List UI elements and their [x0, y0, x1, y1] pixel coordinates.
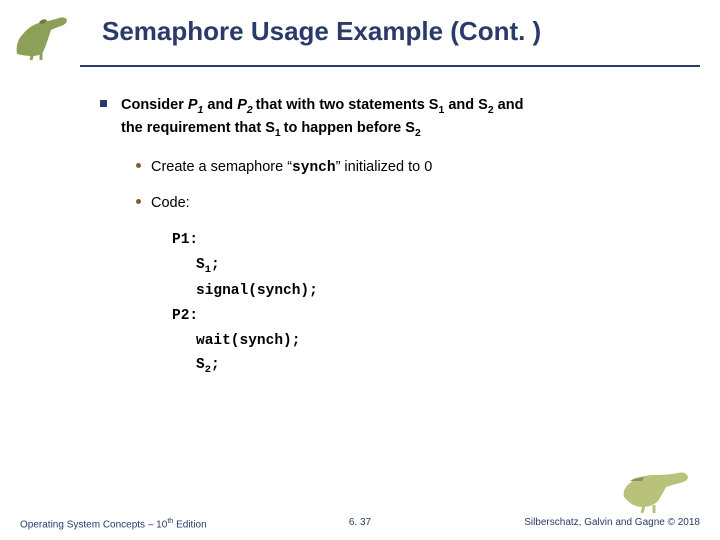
text: and S — [444, 97, 488, 113]
code-line: P1: — [172, 228, 670, 253]
main-bullet-text: Consider P1 and P2 that with two stateme… — [121, 95, 523, 141]
dinosaur-left-icon — [0, 8, 90, 63]
dot-bullet-icon — [136, 199, 141, 204]
slide: Semaphore Usage Example (Cont. ) Conside… — [0, 0, 720, 540]
text: S — [196, 357, 205, 373]
var-p2: P — [237, 97, 247, 113]
text: that with two statements S — [256, 97, 439, 113]
sub-bullet-1: Create a semaphore “synch” initialized t… — [136, 157, 670, 179]
code-line: S1; — [196, 253, 670, 280]
footer: Operating System Concepts – 10th Edition… — [0, 516, 720, 530]
text: the requirement that S — [121, 120, 275, 136]
header-row: Semaphore Usage Example (Cont. ) — [0, 0, 720, 63]
square-bullet-icon — [100, 100, 107, 107]
dinosaur-right-icon — [618, 467, 696, 518]
code-line: signal(synch); — [196, 279, 670, 304]
code-line: P2: — [172, 304, 670, 329]
code-block: P1: S1; signal(synch); P2: wait(synch); … — [172, 228, 670, 380]
sub-bullet-1-text: Create a semaphore “synch” initialized t… — [151, 157, 432, 179]
sub-bullet-2-text: Code: — [151, 193, 190, 214]
text: Operating System Concepts – 10 — [20, 519, 167, 530]
code-line: S2; — [196, 353, 670, 380]
text: Create a semaphore “ — [151, 159, 292, 175]
text: S — [196, 257, 205, 273]
text: Consider — [121, 97, 188, 113]
var-p1: P — [188, 97, 198, 113]
code-line: wait(synch); — [196, 329, 670, 354]
slide-title: Semaphore Usage Example (Cont. ) — [90, 8, 541, 47]
text: Edition — [173, 519, 206, 530]
footer-page-number: 6. 37 — [349, 517, 371, 528]
main-bullet: Consider P1 and P2 that with two stateme… — [100, 95, 670, 141]
content-area: Consider P1 and P2 that with two stateme… — [0, 67, 720, 380]
text: ; — [211, 257, 220, 273]
text: and — [203, 97, 237, 113]
code-inline: synch — [292, 160, 336, 176]
text: to happen before S — [284, 120, 415, 136]
footer-right: Silberschatz, Galvin and Gagne © 2018 — [524, 517, 700, 528]
text: ” initialized to 0 — [336, 159, 433, 175]
text: and — [494, 97, 524, 113]
footer-left: Operating System Concepts – 10th Edition — [20, 516, 207, 530]
sub-bullet-2: Code: — [136, 193, 670, 214]
dot-bullet-icon — [136, 163, 141, 168]
text: ; — [211, 357, 220, 373]
